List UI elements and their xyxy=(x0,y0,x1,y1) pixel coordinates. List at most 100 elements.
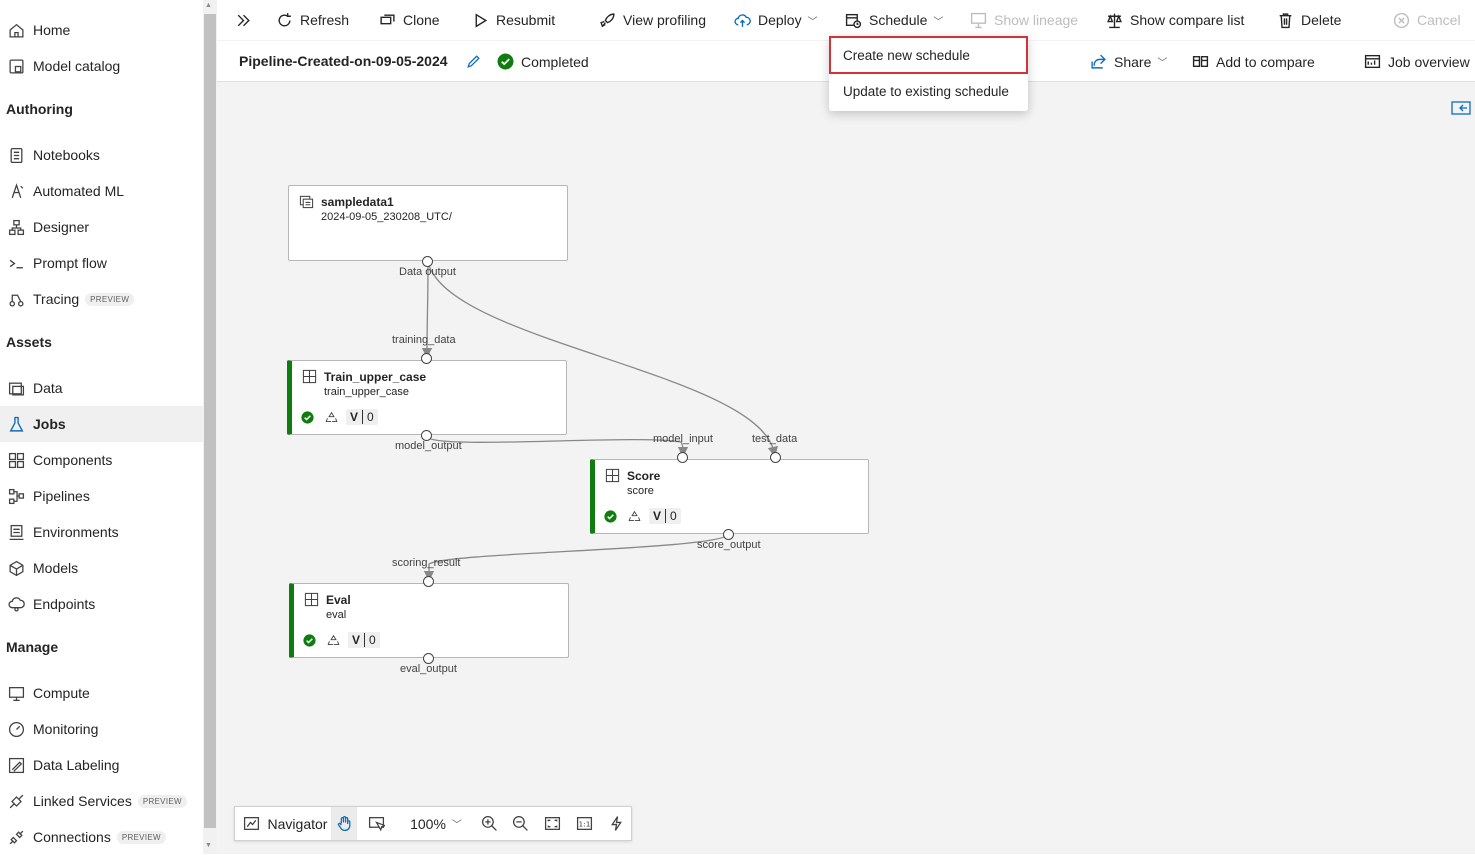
zoom-level-dropdown[interactable]: 100% ﹀ xyxy=(405,807,467,840)
actual-size-button[interactable]: 1:1 xyxy=(571,807,597,840)
chevron-down-icon: ﹀ xyxy=(1157,58,1168,69)
node-title: Eval xyxy=(326,593,351,607)
delete-button[interactable]: Delete xyxy=(1277,0,1341,40)
clone-icon xyxy=(380,13,395,24)
nav-data-labeling-label: Data Labeling xyxy=(33,757,120,773)
schedule-dropdown-menu: Create new schedule Update to existing s… xyxy=(829,36,1028,111)
notebook-icon xyxy=(6,145,26,165)
scroll-up-arrow-icon[interactable]: ▲ xyxy=(205,2,212,9)
left-navigation: Home Model catalog Authoring Notebooks A… xyxy=(0,0,203,854)
clone-button[interactable]: Clone xyxy=(379,0,440,40)
chevron-down-icon: ﹀ xyxy=(933,16,944,28)
nav-pipelines[interactable]: Pipelines xyxy=(6,478,201,514)
version-badge: V0 xyxy=(348,632,380,648)
nav-linked-services[interactable]: Linked Services PREVIEW xyxy=(6,783,201,819)
pipelines-icon xyxy=(6,486,26,506)
nav-components-label: Components xyxy=(33,452,113,468)
nav-data[interactable]: Data xyxy=(6,370,201,406)
share-button[interactable]: Share ﹀ xyxy=(1090,41,1167,82)
show-compare-list-label: Show compare list xyxy=(1130,12,1245,28)
resubmit-button[interactable]: Resubmit xyxy=(472,0,555,40)
recycle-icon xyxy=(327,634,340,645)
zoom-in-button[interactable] xyxy=(476,807,502,840)
collapse-panel-icon[interactable] xyxy=(1451,101,1471,115)
nav-automated-ml[interactable]: Automated ML xyxy=(6,173,201,209)
job-overview-label: Job overview xyxy=(1388,53,1470,70)
nav-connections[interactable]: Connections PREVIEW xyxy=(6,819,201,855)
pipeline-canvas[interactable]: sampledata1 2024-09-05_230208_UTC/ Data … xyxy=(217,82,1475,854)
sidebar-scrollbar-thumb[interactable] xyxy=(204,14,216,828)
nav-jobs[interactable]: Jobs xyxy=(0,406,203,442)
designer-icon xyxy=(6,217,26,237)
pan-hand-button[interactable] xyxy=(331,807,357,840)
chevron-down-icon: ﹀ xyxy=(807,16,818,28)
port-label-eval-output: eval_output xyxy=(400,663,457,675)
expand-nav-button[interactable] xyxy=(235,0,259,40)
nav-model-catalog-label: Model catalog xyxy=(33,58,121,74)
nav-model-catalog[interactable]: Model catalog xyxy=(6,48,201,84)
calendar-clock-icon xyxy=(845,13,862,28)
play-icon xyxy=(475,12,488,28)
nav-tracing[interactable]: Tracing PREVIEW xyxy=(6,281,201,317)
navigator-label: Navigator xyxy=(267,815,328,832)
nav-data-label: Data xyxy=(33,380,63,396)
deploy-button[interactable]: Deploy ﹀ xyxy=(734,0,818,40)
nav-compute[interactable]: Compute xyxy=(6,675,201,711)
section-authoring: Authoring xyxy=(6,101,73,117)
edge-model-to-score xyxy=(426,436,689,458)
nav-connections-label: Connections xyxy=(33,829,111,845)
create-new-schedule-item[interactable]: Create new schedule xyxy=(829,36,1028,74)
port-label-test-data: test_data xyxy=(752,433,798,445)
dataset-node-sampledata1[interactable]: sampledata1 2024-09-05_230208_UTC/ xyxy=(288,185,568,261)
component-node-train-upper-case[interactable]: Train_upper_case train_upper_case V0 xyxy=(287,360,567,435)
cancel-button[interactable]: Cancel xyxy=(1393,0,1461,40)
auto-layout-button[interactable] xyxy=(603,807,629,840)
refresh-icon xyxy=(278,12,291,26)
select-pointer-button[interactable] xyxy=(363,807,389,840)
refresh-label: Refresh xyxy=(300,12,350,28)
show-lineage-button[interactable]: Show lineage xyxy=(970,0,1078,40)
clone-label: Clone xyxy=(403,12,440,28)
input-port-model-input[interactable] xyxy=(677,452,688,463)
dataset-icon xyxy=(299,195,314,209)
nav-tracing-label: Tracing xyxy=(33,291,80,307)
nav-home[interactable]: Home xyxy=(6,12,201,48)
nav-monitoring[interactable]: Monitoring xyxy=(6,711,201,747)
nav-models[interactable]: Models xyxy=(6,550,201,586)
fit-to-screen-button[interactable] xyxy=(539,807,565,840)
component-node-score[interactable]: Score score V0 xyxy=(590,459,869,534)
zoom-out-button[interactable] xyxy=(507,807,533,840)
input-port-test-data[interactable] xyxy=(770,452,781,463)
schedule-button[interactable]: Schedule ﹀ xyxy=(845,0,943,40)
preview-badge: PREVIEW xyxy=(116,830,166,844)
automated-ml-icon xyxy=(6,181,26,201)
section-manage: Manage xyxy=(6,639,59,655)
nav-prompt-flow[interactable]: Prompt flow xyxy=(6,245,201,281)
section-assets: Assets xyxy=(6,334,52,350)
navigator-toggle-button[interactable]: Navigator xyxy=(239,807,331,840)
view-profiling-button[interactable]: View profiling xyxy=(599,0,706,40)
monitoring-icon xyxy=(6,719,26,739)
refresh-button[interactable]: Refresh xyxy=(276,0,349,40)
nav-data-labeling[interactable]: Data Labeling xyxy=(6,747,201,783)
model-catalog-icon xyxy=(6,56,26,76)
nav-components[interactable]: Components xyxy=(6,442,201,478)
nav-environments[interactable]: Environments xyxy=(6,514,201,550)
node-subtitle: eval xyxy=(326,609,347,621)
cloud-upload-icon xyxy=(734,13,751,27)
component-node-eval[interactable]: Eval eval V0 xyxy=(289,583,569,658)
edit-title-button[interactable] xyxy=(465,41,489,82)
input-port-training-data[interactable] xyxy=(421,353,432,364)
nav-notebooks[interactable]: Notebooks xyxy=(6,137,201,173)
nav-endpoints[interactable]: Endpoints xyxy=(6,586,201,622)
job-overview-button[interactable]: Job overview xyxy=(1364,41,1470,82)
share-icon xyxy=(1091,54,1106,69)
add-to-compare-button[interactable]: Add to compare xyxy=(1192,41,1315,82)
input-port-scoring-result[interactable] xyxy=(423,576,434,587)
actual-size-icon: 1:1 xyxy=(576,817,592,830)
show-compare-list-button[interactable]: Show compare list xyxy=(1106,0,1244,40)
nav-home-label: Home xyxy=(33,22,71,38)
update-existing-schedule-item[interactable]: Update to existing schedule xyxy=(829,73,1028,109)
nav-designer[interactable]: Designer xyxy=(6,209,201,245)
scroll-down-arrow-icon[interactable]: ▼ xyxy=(205,842,212,849)
